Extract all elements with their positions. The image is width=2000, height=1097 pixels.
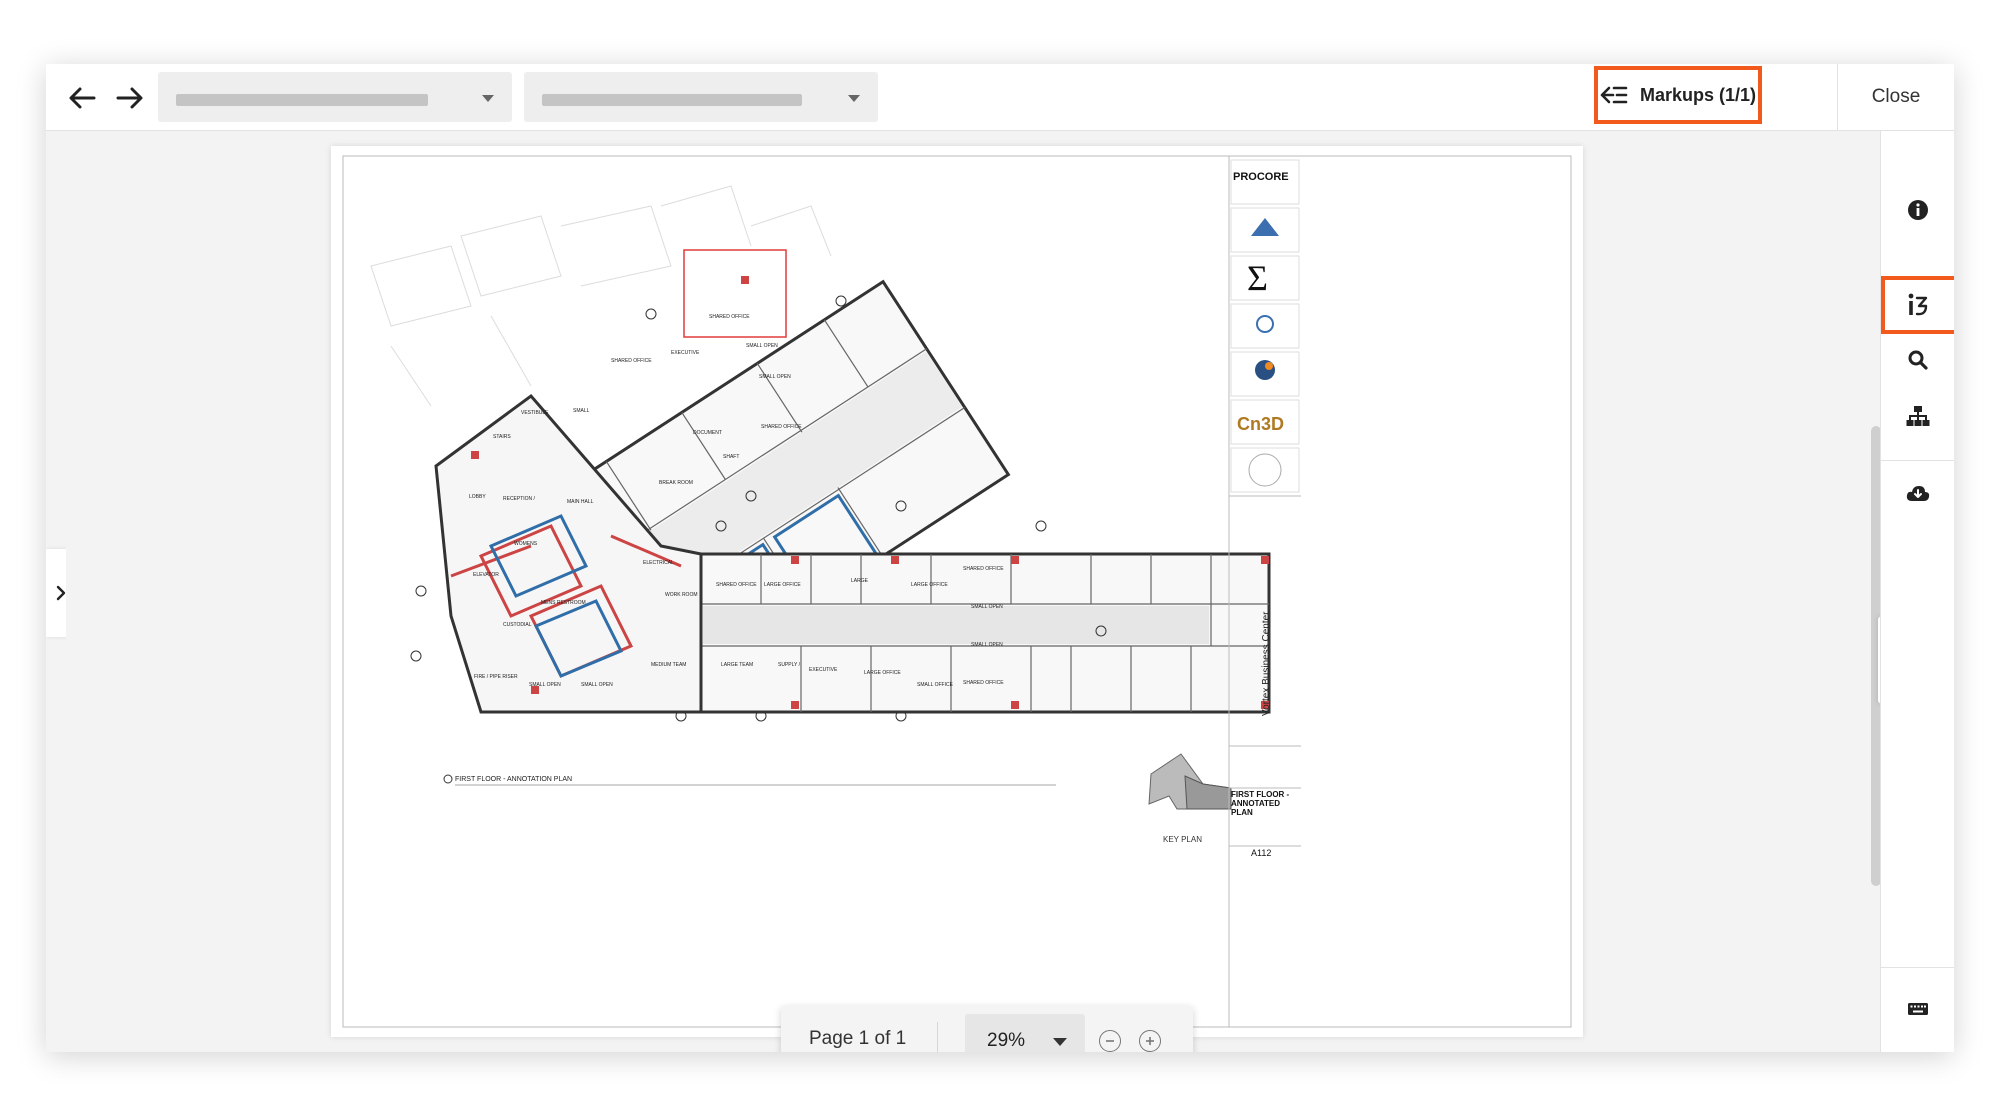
chevron-down-icon	[848, 95, 860, 102]
svg-text:SMALL OFFICE: SMALL OFFICE	[917, 682, 954, 688]
svg-text:SHARED OFFICE: SHARED OFFICE	[963, 566, 1004, 572]
hierarchy-icon	[1906, 406, 1930, 426]
download-button[interactable]	[1881, 468, 1954, 518]
info-button[interactable]	[1881, 185, 1954, 235]
drawing-viewer-window: Markups (1/1) Close SHARED OFFICE EXECUT…	[46, 64, 1954, 1052]
rail-divider	[1881, 967, 1954, 968]
svg-text:MEDIUM TEAM: MEDIUM TEAM	[651, 662, 686, 668]
search-icon	[1908, 350, 1928, 370]
svg-text:SMALL OPEN: SMALL OPEN	[759, 374, 791, 380]
svg-text:LARGE TEAM: LARGE TEAM	[721, 662, 753, 668]
sheet-number: A112	[1251, 848, 1271, 858]
svg-text:LARGE OFFICE: LARGE OFFICE	[864, 670, 901, 676]
svg-text:LARGE: LARGE	[851, 578, 869, 584]
caret-down-icon	[1053, 1038, 1067, 1046]
svg-text:SMALL OPEN: SMALL OPEN	[971, 642, 1003, 648]
svg-text:ELECTRICAL: ELECTRICAL	[643, 560, 674, 566]
svg-text:VESTIBULE: VESTIBULE	[521, 410, 549, 416]
sigma-logo: Σ	[1247, 258, 1268, 298]
svg-text:SHARED OFFICE: SHARED OFFICE	[709, 314, 750, 320]
svg-text:SHARED OFFICE: SHARED OFFICE	[716, 582, 757, 588]
viewer-toolbar: Markups (1/1) Close	[46, 64, 1954, 131]
page-controls-divider	[937, 1022, 938, 1052]
svg-text:SMALL OPEN: SMALL OPEN	[529, 682, 561, 688]
keyboard-shortcuts-button[interactable]	[1881, 984, 1954, 1034]
svg-text:EXECUTIVE: EXECUTIVE	[809, 667, 838, 673]
back-button[interactable]	[66, 82, 98, 114]
svg-text:RECEPTION /: RECEPTION /	[503, 496, 536, 502]
markups-button-label: Markups (1/1)	[1639, 84, 1757, 105]
procore-logo: PROCORE	[1233, 171, 1289, 183]
svg-text:WOMENS: WOMENS	[514, 541, 538, 547]
zoom-value: 29%	[987, 1030, 1026, 1051]
svg-text:SHARED OFFICE: SHARED OFFICE	[611, 358, 652, 364]
svg-text:LARGE OFFICE: LARGE OFFICE	[911, 582, 948, 588]
sheet-name: FIRST FLOOR - ANNOTATED PLAN	[1231, 790, 1290, 817]
svg-text:EXECUTIVE: EXECUTIVE	[671, 350, 700, 356]
search-button[interactable]	[1881, 335, 1954, 385]
forward-button[interactable]	[114, 82, 146, 114]
select-placeholder-bar	[542, 94, 802, 106]
svg-text:SHAFT: SHAFT	[723, 454, 739, 460]
arrow-left-icon	[69, 87, 96, 109]
svg-text:STAIRS: STAIRS	[493, 434, 511, 440]
zoom-out-icon	[1106, 1040, 1114, 1042]
keyboard-icon	[1908, 1003, 1928, 1015]
svg-text:SHARED OFFICE: SHARED OFFICE	[761, 424, 802, 430]
svg-text:LOBBY: LOBBY	[469, 494, 486, 500]
svg-text:MENS RESTROOM: MENS RESTROOM	[541, 600, 586, 606]
right-tool-rail	[1880, 131, 1954, 1052]
svg-text:SMALL OPEN: SMALL OPEN	[971, 604, 1003, 610]
zoom-in-icon	[1146, 1037, 1154, 1045]
svg-text:SMALL: SMALL	[573, 408, 590, 414]
chevron-down-icon	[482, 95, 494, 102]
svg-text:MAIN HALL: MAIN HALL	[567, 499, 594, 505]
drawing-sheet: SHARED OFFICE EXECUTIVE SHARED OFFICE SM…	[331, 146, 1583, 1037]
rail-divider	[1881, 460, 1954, 461]
svg-text:CUSTODIAL: CUSTODIAL	[503, 622, 532, 628]
svg-text:FIRE / PIPE RISER: FIRE / PIPE RISER	[474, 674, 518, 680]
drawing-canvas[interactable]: SHARED OFFICE EXECUTIVE SHARED OFFICE SM…	[66, 131, 1900, 1052]
zoom-select[interactable]: 29%	[965, 1014, 1085, 1052]
project-name: Vortex Business Center	[1261, 611, 1272, 716]
hierarchy-button[interactable]	[1881, 391, 1954, 441]
svg-text:SUPPLY /: SUPPLY /	[778, 662, 801, 668]
floor-plan-drawing: SHARED OFFICE EXECUTIVE SHARED OFFICE SM…	[342, 155, 1572, 1028]
svg-text:LARGE OFFICE: LARGE OFFICE	[764, 582, 801, 588]
select-placeholder-bar	[176, 94, 428, 106]
markups-button[interactable]: Markups (1/1)	[1594, 66, 1762, 124]
svg-text:SHARED OFFICE: SHARED OFFICE	[963, 680, 1004, 686]
svg-text:DOCUMENT: DOCUMENT	[693, 430, 722, 436]
page-indicator: Page 1 of 1	[809, 1028, 907, 1049]
zoom-out-button[interactable]	[1099, 1030, 1121, 1052]
cloud-download-icon	[1906, 486, 1930, 501]
info-icon	[1908, 200, 1928, 220]
svg-text:WORK ROOM: WORK ROOM	[665, 592, 698, 598]
page-controls: Page 1 of 1 29%	[781, 1006, 1193, 1052]
svg-text:SMALL OPEN: SMALL OPEN	[581, 682, 613, 688]
svg-text:SMALL OPEN: SMALL OPEN	[746, 343, 778, 349]
view-title: FIRST FLOOR - ANNOTATION PLAN	[455, 776, 572, 783]
drawing-select[interactable]	[524, 72, 878, 122]
svg-text:ELEVATOR: ELEVATOR	[473, 572, 499, 578]
zoom-in-button[interactable]	[1139, 1030, 1161, 1052]
collapse-list-icon	[1600, 86, 1628, 104]
contractor-logo: Cn3D	[1237, 414, 1284, 434]
arrow-right-icon	[116, 87, 143, 109]
svg-text:BREAK ROOM: BREAK ROOM	[659, 480, 693, 486]
markups-panel-highlight	[1881, 276, 1954, 334]
key-plan-label: KEY PLAN	[1163, 835, 1202, 844]
drawing-set-select[interactable]	[158, 72, 512, 122]
markup-rectangle[interactable]	[683, 249, 787, 338]
close-button[interactable]: Close	[1838, 64, 1954, 130]
